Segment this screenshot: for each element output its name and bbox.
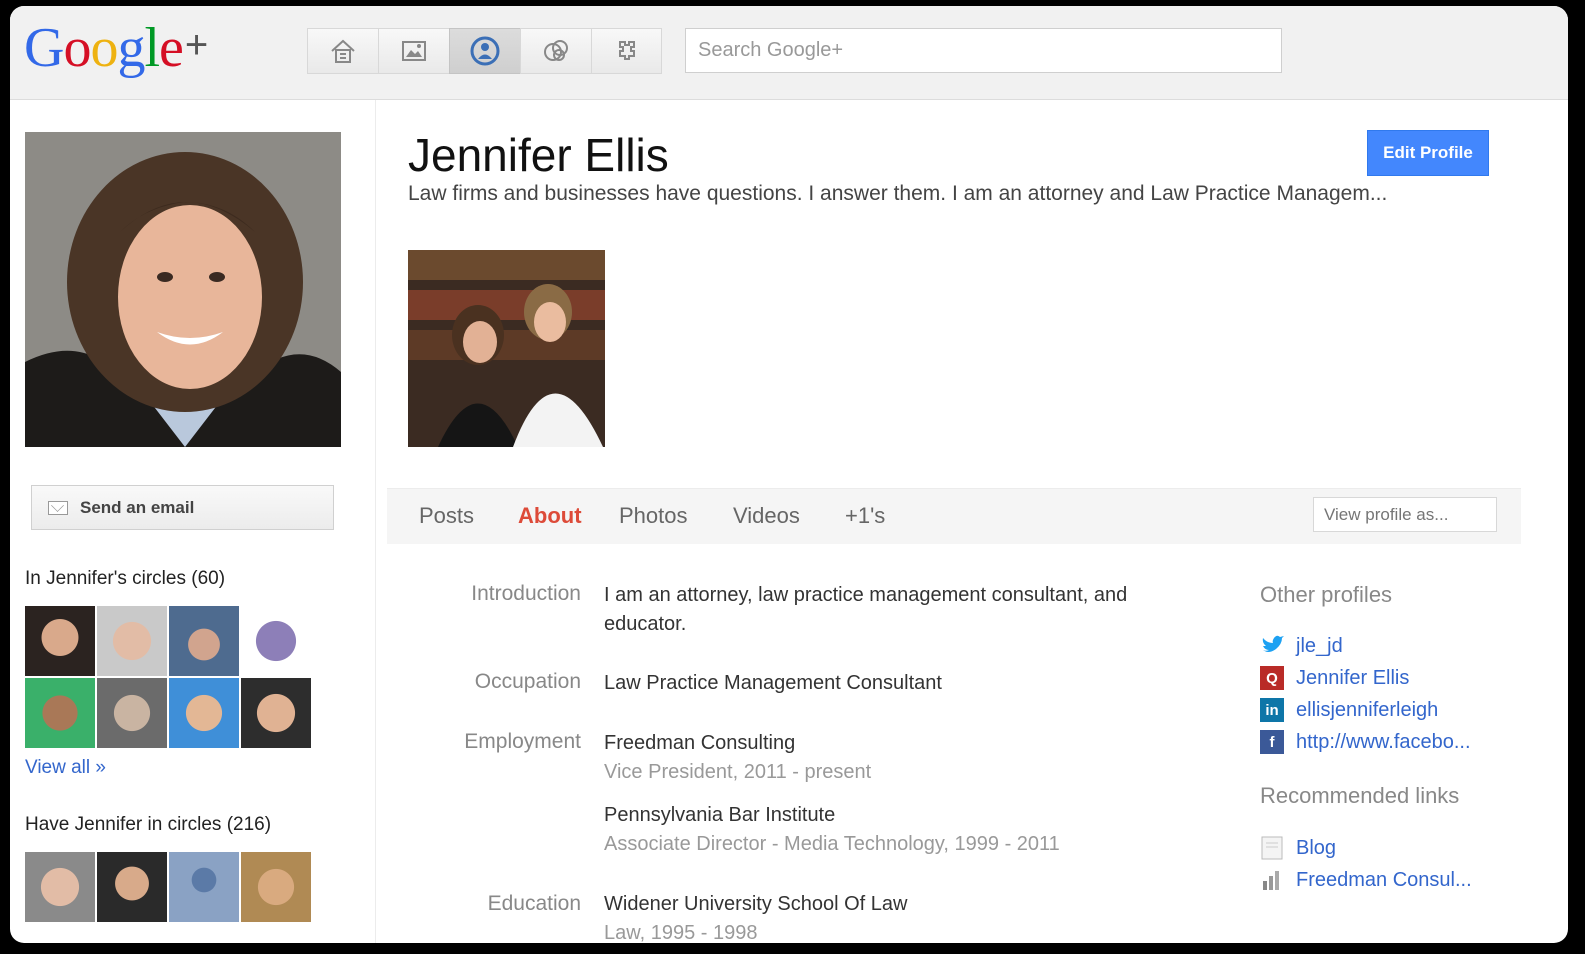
recommended-link-label: Blog [1296,836,1337,859]
employment-org: Freedman Consulting [604,732,796,754]
profile-tabs: Posts About Photos Videos +1's [387,488,1521,544]
occupation-value: Law Practice Management Consultant [604,672,942,694]
site-favicon-icon [1260,868,1284,892]
other-profile-label: ellisjenniferleigh [1296,698,1439,721]
recommended-link-blog[interactable]: Blog [1260,836,1336,860]
avatar[interactable] [241,678,311,748]
profile-photo-art [25,132,341,447]
avatar[interactable] [25,678,95,748]
nav-photos-button[interactable] [378,28,449,74]
view-profile-as-input[interactable] [1313,497,1497,532]
send-email-label: Send an email [80,497,195,517]
other-profile-link-linkedin[interactable]: in ellisjenniferleigh [1260,698,1438,722]
send-email-button[interactable]: Send an email [31,485,334,530]
tab-videos[interactable]: Videos [733,503,800,529]
education-detail: Law, 1995 - 1998 [604,922,758,943]
employment-org: Pennsylvania Bar Institute [604,804,836,826]
top-bar: Google+ [10,6,1568,100]
avatar[interactable] [97,678,167,748]
app-window: Google+ Search Google+ Send an email In … [10,6,1568,943]
profile-photo[interactable] [25,132,341,447]
profile-name: Jennifer Ellis [408,129,669,181]
in-circles-title: In Jennifer's circles (60) [25,568,226,589]
view-all-link[interactable]: View all » [25,757,106,779]
circles-icon [544,40,568,61]
profile-main: Jennifer Ellis Law firms and businesses … [377,100,1521,943]
other-profiles-title: Other profiles [1260,582,1393,607]
other-profile-label: jle_jd [1296,634,1343,657]
other-profile-link-facebook[interactable]: f http://www.facebo... [1260,730,1471,754]
occupation-label: Occupation [474,670,581,693]
avatar[interactable] [97,852,167,922]
employment-label: Employment [464,730,581,753]
other-profile-label: Jennifer Ellis [1296,666,1410,689]
edit-profile-button[interactable]: Edit Profile [1367,130,1489,176]
have-in-circles-avatars [25,852,311,922]
employment-detail: Associate Director - Media Technology, 1… [604,833,1060,855]
photos-icon [402,41,426,61]
page-icon [1260,836,1284,860]
in-circles-avatars [25,606,311,748]
mail-icon [48,500,68,515]
search-input[interactable] [685,28,1282,73]
recommended-link-label: Freedman Consul... [1296,868,1472,891]
photo-strip-art [408,250,605,447]
recommended-link-freedman[interactable]: Freedman Consul... [1260,868,1472,892]
home-icon [331,39,355,63]
introduction-label: Introduction [471,582,581,605]
education-entry: Widener University School Of Law Law, 19… [604,890,907,943]
avatar[interactable] [241,852,311,922]
nav-games-button[interactable] [591,28,662,74]
other-profile-label: http://www.facebo... [1296,730,1471,753]
employment-detail: Vice President, 2011 - present [604,761,872,783]
linkedin-icon: in [1260,698,1284,722]
avatar[interactable] [97,606,167,676]
profile-tagline: Law firms and businesses have questions.… [408,182,1388,205]
other-profile-link-quora[interactable]: Q Jennifer Ellis [1260,666,1409,690]
left-column: Send an email In Jennifer's circles (60)… [10,100,376,943]
logo-plus: + [184,23,208,67]
introduction-line-2: educator. [604,613,687,635]
education-label: Education [487,892,581,915]
main-nav [307,28,662,74]
twitter-icon [1260,634,1284,658]
avatar[interactable] [169,606,239,676]
avatar[interactable] [25,852,95,922]
education-org: Widener University School Of Law [604,893,908,915]
introduction-text: I am an attorney, law practice managemen… [604,581,1127,639]
quora-icon: Q [1260,666,1284,690]
tab-posts[interactable]: Posts [419,503,474,529]
profile-photo-strip[interactable] [408,250,605,447]
avatar[interactable] [169,678,239,748]
nav-home-button[interactable] [307,28,378,74]
tab-plus-ones[interactable]: +1's [845,503,885,529]
have-in-circles-title: Have Jennifer in circles (216) [25,814,272,835]
employment-entry: Pennsylvania Bar Institute Associate Dir… [604,801,1060,859]
nav-profile-button[interactable] [449,28,520,74]
tab-about[interactable]: About [518,503,582,529]
nav-circles-button[interactable] [520,28,591,74]
profile-icon [470,36,500,66]
games-icon [618,41,635,60]
avatar[interactable] [25,606,95,676]
avatar[interactable] [169,852,239,922]
tab-photos[interactable]: Photos [619,503,688,529]
recommended-links-title: Recommended links [1260,783,1460,808]
google-plus-logo[interactable]: Google+ [24,20,208,76]
employment-entry: Freedman Consulting Vice President, 2011… [604,729,871,787]
avatar[interactable] [241,606,311,676]
facebook-icon: f [1260,730,1284,754]
introduction-line-1: I am an attorney, law practice managemen… [604,584,1128,606]
other-profile-link-twitter[interactable]: jle_jd [1260,634,1343,658]
